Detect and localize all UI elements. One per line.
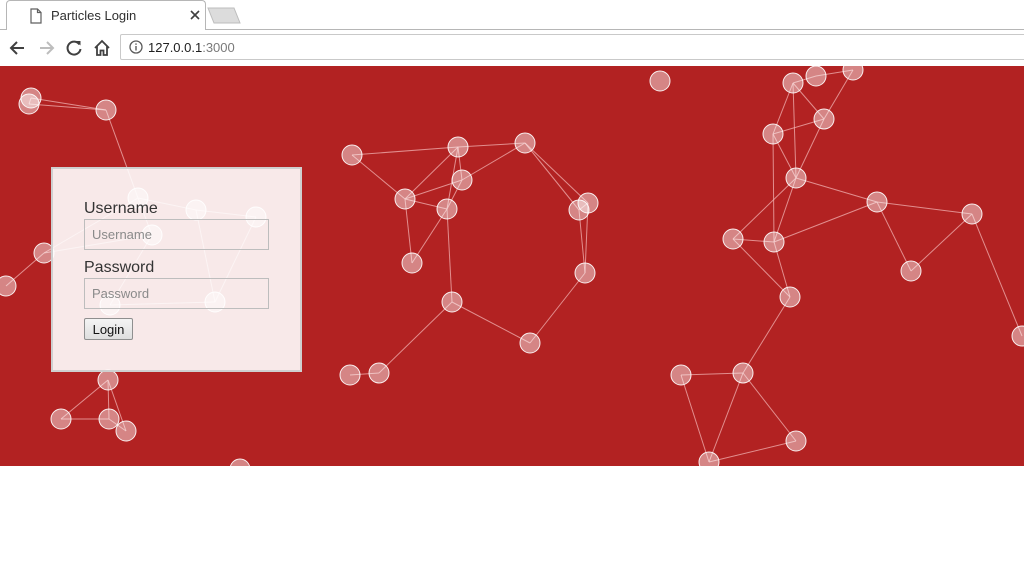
document-icon: [30, 8, 42, 24]
particle: [18, 93, 40, 115]
particle: [782, 72, 804, 94]
particle-link: [451, 301, 531, 344]
password-label: Password: [84, 259, 155, 276]
particle-link: [708, 372, 744, 463]
particle: [447, 136, 469, 158]
particle: [762, 123, 784, 145]
particle: [670, 364, 692, 386]
close-icon[interactable]: [189, 9, 201, 21]
reload-icon[interactable]: [64, 38, 84, 58]
particle-link: [446, 208, 453, 303]
particle-link: [524, 142, 589, 204]
url-port: :3000: [202, 40, 235, 55]
particle: [341, 144, 363, 166]
particle: [514, 132, 536, 154]
particles-background: Username Password Login: [0, 66, 1024, 466]
particle: [649, 70, 671, 92]
particle: [900, 260, 922, 282]
login-form: Username Password Login: [51, 167, 302, 372]
particle: [763, 231, 785, 253]
particle: [451, 169, 473, 191]
address-bar[interactable]: 127.0.0.1:3000: [120, 34, 1024, 60]
particle: [722, 228, 744, 250]
particle: [805, 66, 827, 87]
particle-link: [742, 372, 797, 442]
home-icon[interactable]: [92, 38, 112, 58]
particle: [866, 191, 888, 213]
particle-link: [773, 201, 878, 243]
particle: [368, 362, 390, 384]
login-button[interactable]: Login: [84, 318, 133, 340]
tab-strip: Particles Login: [0, 0, 1024, 30]
particle: [961, 203, 983, 225]
url-host: 127.0.0.1: [148, 40, 203, 55]
particle: [0, 275, 17, 297]
particle: [698, 451, 720, 466]
particle: [115, 420, 137, 442]
particle: [394, 188, 416, 210]
tab-title: Particles Login: [51, 8, 137, 23]
particle-link: [732, 177, 797, 240]
particle-link: [351, 146, 459, 156]
new-tab-button[interactable]: [207, 7, 241, 24]
particle-link: [742, 296, 791, 374]
particle: [519, 332, 541, 354]
particle: [785, 167, 807, 189]
particle: [229, 458, 251, 466]
particle-link: [772, 133, 775, 243]
particle: [842, 66, 864, 81]
particle: [785, 430, 807, 452]
particle-link: [971, 213, 1023, 337]
browser-toolbar: 127.0.0.1:3000: [0, 30, 1024, 66]
particle-link: [910, 213, 973, 272]
particle-link: [792, 82, 797, 179]
particle-link: [378, 301, 453, 374]
particle: [441, 291, 463, 313]
particle: [568, 199, 590, 221]
username-input[interactable]: [84, 219, 269, 250]
password-input[interactable]: [84, 278, 269, 309]
arrow-left-icon[interactable]: [8, 38, 28, 58]
particle: [95, 99, 117, 121]
arrow-right-icon[interactable]: [36, 38, 56, 58]
particle-link: [529, 272, 586, 344]
particle: [732, 362, 754, 384]
particle-link: [30, 97, 107, 111]
particle: [50, 408, 72, 430]
particle: [574, 262, 596, 284]
particle: [813, 108, 835, 130]
particle-link: [795, 177, 878, 203]
particle: [401, 252, 423, 274]
particle-link: [28, 103, 107, 111]
particle-link: [876, 201, 973, 215]
particle: [339, 364, 361, 386]
particle-link: [461, 142, 526, 181]
info-icon[interactable]: [129, 40, 143, 54]
particle: [436, 198, 458, 220]
particle-link: [680, 374, 710, 463]
username-label: Username: [84, 200, 158, 217]
particle: [1011, 325, 1024, 347]
particle-link: [876, 201, 912, 272]
particle-link: [524, 142, 580, 211]
particle-link: [708, 440, 797, 463]
browser-tab[interactable]: Particles Login: [6, 0, 206, 30]
particle: [779, 286, 801, 308]
particle: [97, 369, 119, 391]
url-text: 127.0.0.1:3000: [148, 40, 235, 55]
particle: [98, 408, 120, 430]
